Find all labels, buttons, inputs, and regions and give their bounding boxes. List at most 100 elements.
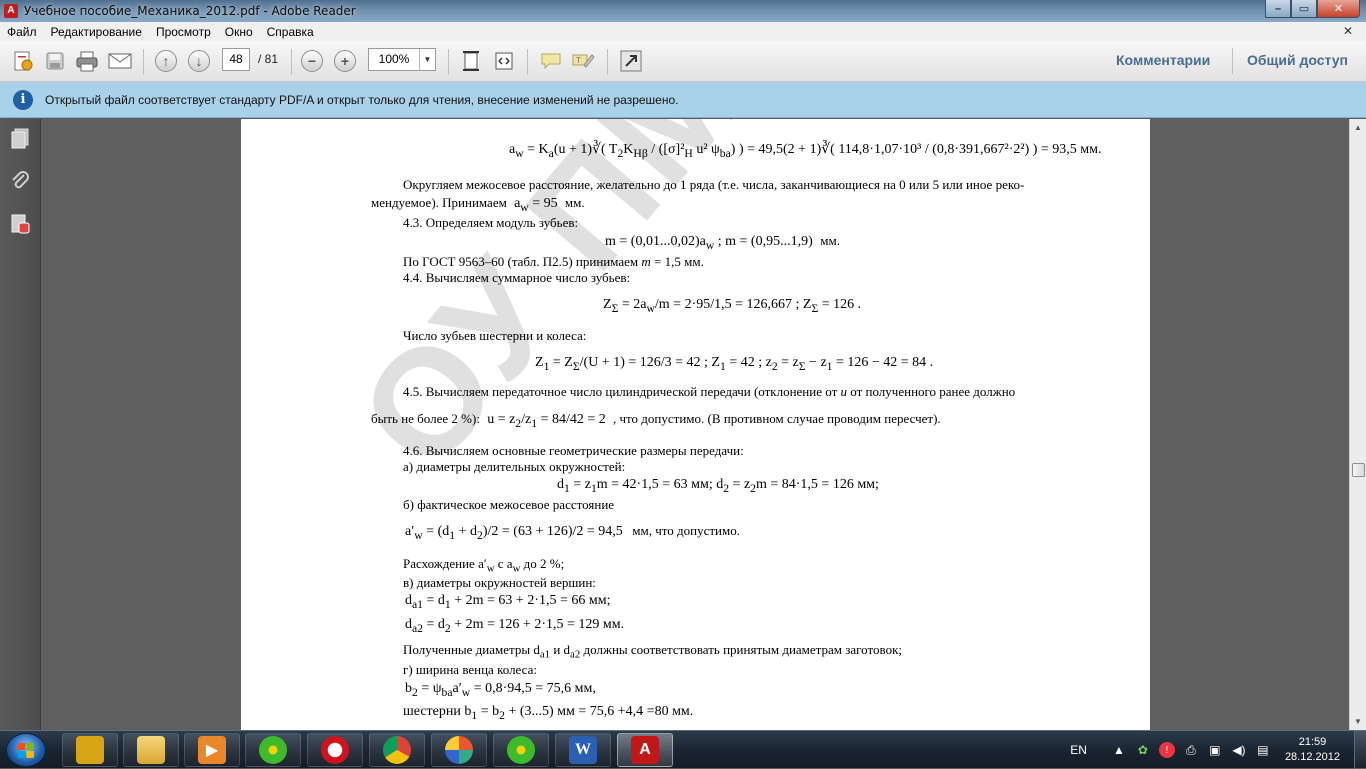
adobe-reader-icon: A [631,736,659,764]
formula-b2: b2 = ψbaa′w = 0,8·94,5 = 75,6 мм, [405,681,596,699]
menu-help[interactable]: Справка [260,25,321,39]
navigation-pane [0,119,41,730]
formula-m: m = (0,01...0,02)aw ; m = (0,95...1,9) м… [605,233,840,252]
scroll-thumb[interactable] [1352,463,1365,477]
folder-icon [137,736,165,764]
paragraph-difference: Расхождение a′w с aw до 2 %; [403,556,565,575]
previous-page-button[interactable]: ↑ [153,49,179,73]
zoom-in-button[interactable]: + [332,49,358,73]
expand-icon[interactable] [618,49,644,73]
chrome-icon [383,736,411,764]
save-icon[interactable] [42,49,68,73]
signatures-icon[interactable] [9,212,31,236]
taskbar-explorer[interactable] [123,733,179,767]
formula-d: d1 = z1m = 42·1,5 = 63 мм; d2 = z2m = 84… [557,477,879,495]
taskbar-icq-1[interactable] [245,733,301,767]
icq-icon [259,736,287,764]
formula-b1: шестерни b1 = b2 + (3...5) мм = 75,6 +4,… [403,704,694,722]
vertical-scrollbar[interactable]: ▲ ▼ [1349,119,1366,730]
paragraph-z12: Число зубьев шестерни и колеса: [403,328,587,343]
print-icon[interactable] [74,49,100,73]
pdfa-info-bar: i Открытый файл соответствует стандарту … [0,82,1366,118]
word-icon: W [569,736,597,764]
menu-edit[interactable]: Редактирование [44,25,149,39]
title-bar: A Учебное пособие_Механика_2012.pdf - Ad… [0,0,1366,22]
formula-zsum: ZΣ = 2aw/m = 2·95/1,5 = 126,667 ; ZΣ = 1… [603,297,862,315]
comments-button[interactable]: Комментарии [1116,52,1210,68]
start-button[interactable] [6,733,46,767]
formula-da2: da2 = d2 + 2m = 126 + 2·1,5 = 129 мм. [405,617,625,635]
info-message: Открытый файл соответствует стандарту PD… [45,92,679,107]
menu-window[interactable]: Окно [218,25,260,39]
maximize-button[interactable]: ▭ [1291,0,1317,18]
minimize-button[interactable]: – [1265,0,1291,18]
zoom-select[interactable]: 100% ▼ [368,48,436,71]
taskbar-adobe-reader[interactable]: A [617,733,673,767]
page-total: / 81 [258,52,279,66]
taskbar-app-7[interactable] [431,733,487,767]
clock-date: 28.12.2012 [1284,751,1340,763]
taskbar-app-1[interactable] [62,733,118,767]
attachments-icon[interactable] [9,169,31,193]
scroll-down-icon[interactable]: ▼ [1354,717,1362,726]
menu-file[interactable]: Файл [0,25,44,39]
fit-width-icon[interactable] [491,49,517,73]
taskbar-chrome[interactable] [369,733,425,767]
icq-tray-icon[interactable]: ✿ [1135,742,1151,758]
pages-icon[interactable] [9,127,31,151]
formula-aw-actual: a′w = (d1 + d2)/2 = (63 + 126)/2 = 94,5 … [405,523,740,542]
email-icon[interactable] [107,49,133,73]
volume-icon[interactable]: ◀) [1231,742,1247,758]
media-player-icon: ▶ [198,736,226,764]
close-document-button[interactable]: ✕ [1336,24,1360,38]
formula-z1: Z1 = ZΣ/(U + 1) = 126/3 = 42 ; Z1 = 42 ;… [535,355,934,373]
section-4-3: 4.3. Определяем модуль зубьев: [403,215,579,230]
taskbar-icq-2[interactable] [493,733,549,767]
close-button[interactable]: ✕ [1317,0,1360,18]
device-icon[interactable]: ▣ [1207,742,1223,758]
taskbar-media-player[interactable]: ▶ [184,733,240,767]
info-icon: i [13,89,33,110]
taskbar: ▶ W A EN ▲ ✿ ! ⎙ ▣ ◀) ▤ 21:59 28.12.2012 [0,730,1366,769]
zoom-out-button[interactable]: − [299,49,325,73]
show-hidden-icons-icon[interactable]: ▲ [1111,742,1127,758]
fit-page-icon[interactable] [458,49,484,73]
create-pdf-icon[interactable] [10,49,36,73]
app-icon [76,736,104,764]
next-page-button[interactable]: ↓ [186,49,212,73]
section-4-5-line-2: быть не более 2 %): u = z2/z1 = 84/42 = … [371,411,941,430]
highlight-text-icon[interactable]: T [571,49,597,73]
clock[interactable]: 21:59 28.12.2012 [1285,735,1340,765]
paragraph-round-2: мендуемое). Принимаем aw = 95 мм. [371,195,585,214]
show-desktop-button[interactable] [1354,731,1366,769]
menu-view[interactable]: Просмотр [149,25,218,39]
formula-aw: aw = Ka(u + 1)∛( T2KHβ / ([σ]²H u² ψba) … [509,142,1102,160]
language-indicator[interactable]: EN [1070,743,1087,757]
svg-text:T: T [576,56,581,65]
window-controls: – ▭ ✕ [1265,0,1360,18]
section-4-5-line-1: 4.5. Вычисляем передаточное число цилинд… [403,384,1016,399]
section-4-6: 4.6. Вычисляем основные геометрические р… [403,443,744,458]
plus-icon: + [334,50,356,72]
system-tray: EN ▲ ✿ ! ⎙ ▣ ◀) ▤ 21:59 28.12.2012 [1070,731,1366,769]
printer-icon[interactable]: ⎙ [1183,742,1199,758]
menu-bar: Файл Редактирование Просмотр Окно Справк… [0,22,1366,41]
arrow-up-icon: ↑ [155,50,177,72]
pdf-page: ОУ ПМ и СМ aw = Ka(u + 1)∛( T2KHβ / ([σ]… [241,119,1150,730]
chevron-down-icon[interactable]: ▼ [419,49,435,70]
alert-icon[interactable]: ! [1158,742,1175,758]
icq-icon [507,736,535,764]
taskbar-opera[interactable] [307,733,363,767]
page-number-input[interactable]: 48 [222,48,250,71]
clock-time: 21:59 [1298,736,1327,748]
document-area[interactable]: ОУ ПМ и СМ aw = Ka(u + 1)∛( T2KHβ / ([σ]… [41,119,1349,730]
sticky-note-icon[interactable] [538,49,564,73]
section-4-6-a: а) диаметры делительных окружностей: [403,459,626,474]
zoom-value: 100% [378,52,410,66]
taskbar-word[interactable]: W [555,733,611,767]
share-button[interactable]: Общий доступ [1247,52,1348,68]
app-icon [445,736,473,764]
scroll-up-icon[interactable]: ▲ [1354,123,1362,132]
minus-icon: − [301,50,323,72]
network-icon[interactable]: ▤ [1255,742,1271,758]
